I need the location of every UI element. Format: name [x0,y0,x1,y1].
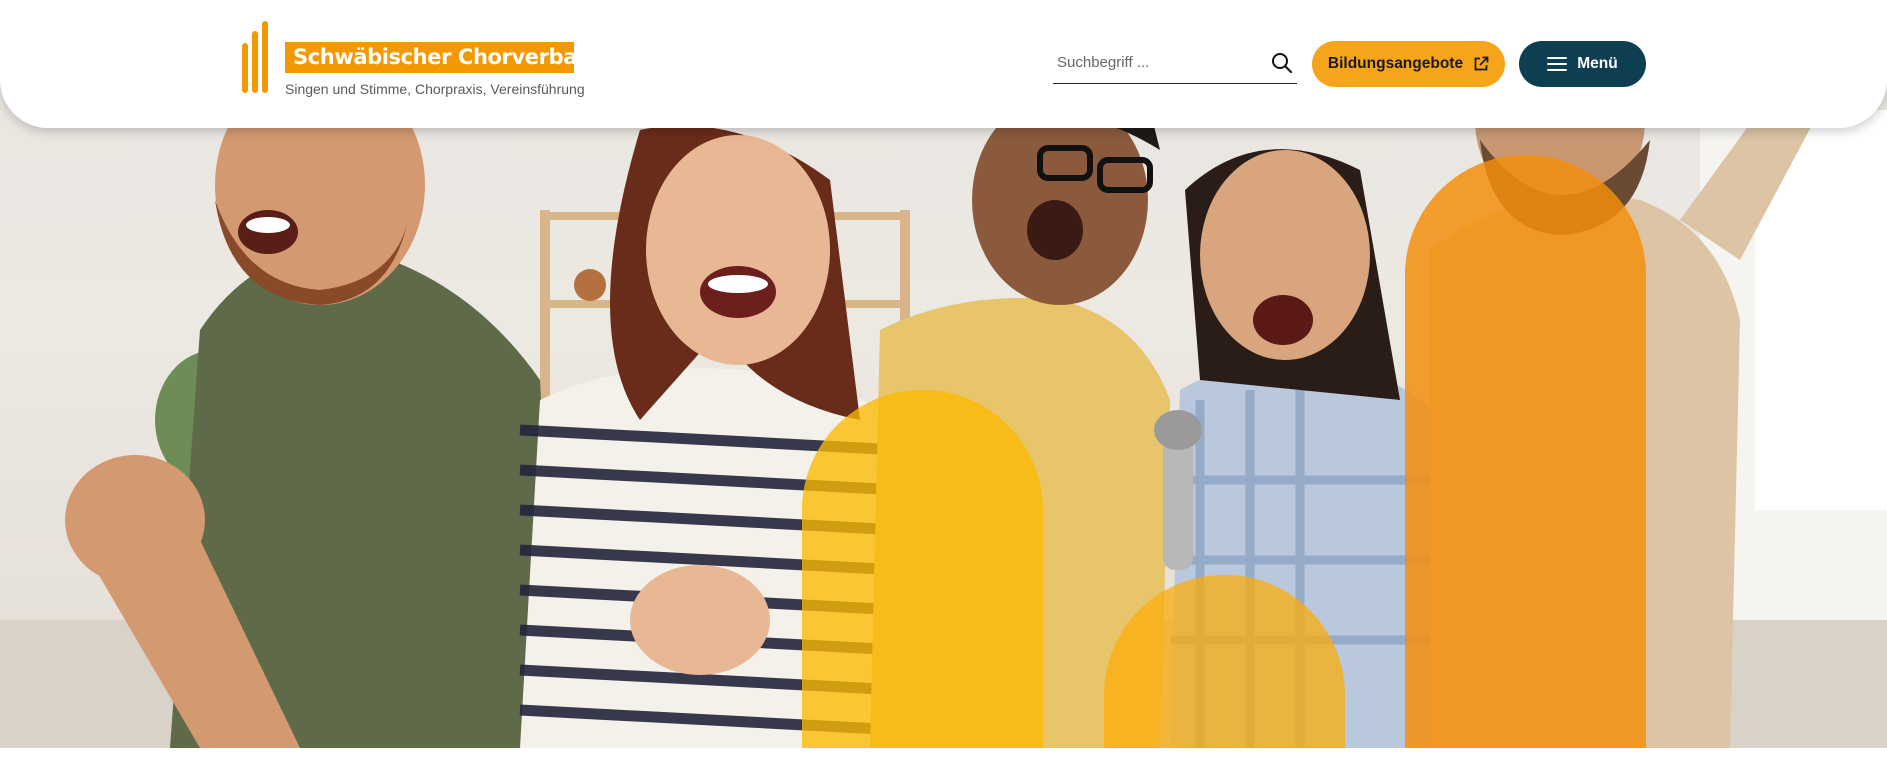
site-logo[interactable]: Schwäbischer Chorverband Singen und Stim… [242,21,607,101]
accent-shape-yellow [802,390,1043,748]
logo-name: Schwäbischer Chorverband [285,42,607,73]
menu-button[interactable]: Menü [1519,41,1646,87]
menu-label: Menü [1577,55,1618,72]
logo-tagline: Singen und Stimme, Chorpraxis, Vereinsfü… [285,81,585,97]
hamburger-menu-icon [1547,57,1568,71]
search-input[interactable] [1057,49,1257,75]
education-offers-button[interactable]: Bildungsangebote [1312,41,1505,87]
search-bar [1053,47,1297,84]
accent-shape-orange [1405,155,1646,748]
search-icon[interactable] [1271,52,1293,74]
site-header: Schwäbischer Chorverband Singen und Stim… [0,0,1887,128]
external-link-icon [1474,56,1489,71]
education-offers-label: Bildungsangebote [1327,55,1464,72]
logo-bars-icon [242,21,276,93]
